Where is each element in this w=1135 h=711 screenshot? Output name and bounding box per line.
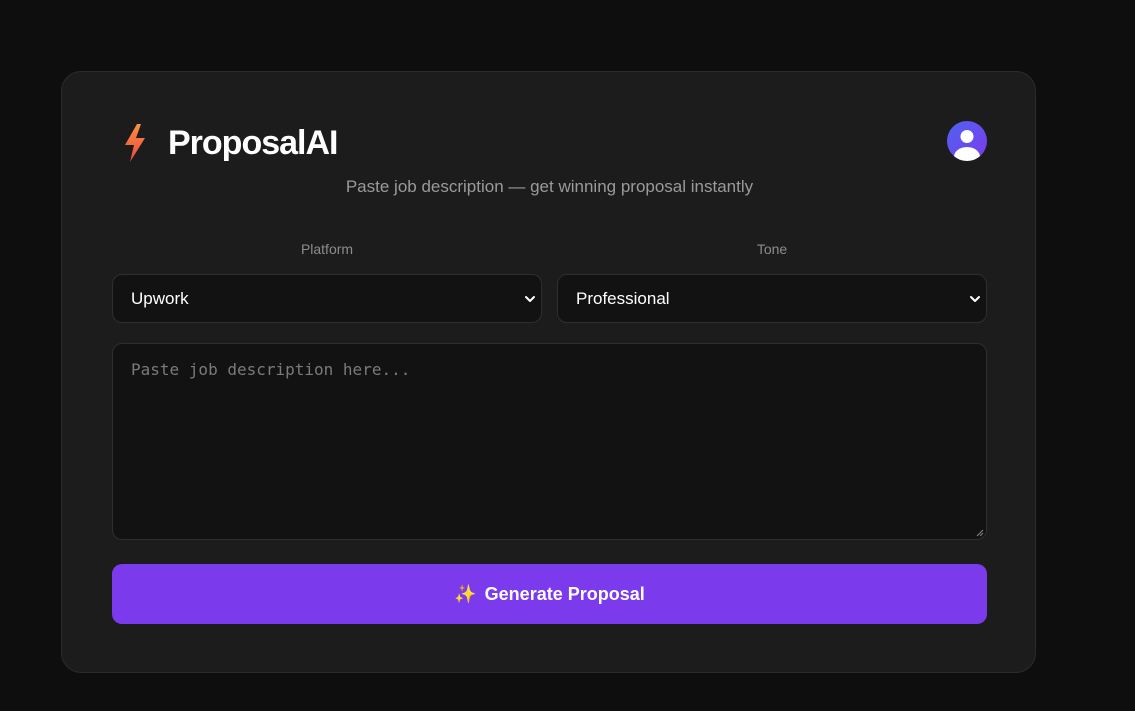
brand-header: ProposalAI — [122, 120, 338, 166]
platform-selected-value: Upwork — [131, 288, 189, 308]
job-description-input[interactable] — [112, 343, 987, 540]
app-subtitle: Paste job description — get winning prop… — [345, 177, 754, 196]
sparkles-icon: ✨ — [454, 583, 477, 604]
platform-label: Platform — [300, 241, 354, 257]
user-avatar-button[interactable] — [947, 121, 987, 161]
app-title: ProposalAI — [168, 124, 338, 162]
chevron-down-icon — [525, 296, 535, 302]
generate-proposal-button[interactable]: ✨ Generate Proposal — [112, 564, 987, 624]
platform-select[interactable]: Upwork — [112, 274, 542, 323]
tone-selected-value: Professional — [576, 288, 670, 308]
user-avatar-icon — [954, 130, 980, 161]
resize-grip-icon[interactable] — [976, 529, 984, 537]
chevron-down-icon — [970, 296, 980, 302]
proposal-card: ProposalAI Paste job description — get w… — [61, 71, 1036, 673]
tone-select[interactable]: Professional — [557, 274, 987, 323]
generate-proposal-label: Generate Proposal — [484, 583, 645, 604]
tone-label: Tone — [756, 241, 788, 257]
lightning-bolt-icon — [125, 124, 145, 162]
